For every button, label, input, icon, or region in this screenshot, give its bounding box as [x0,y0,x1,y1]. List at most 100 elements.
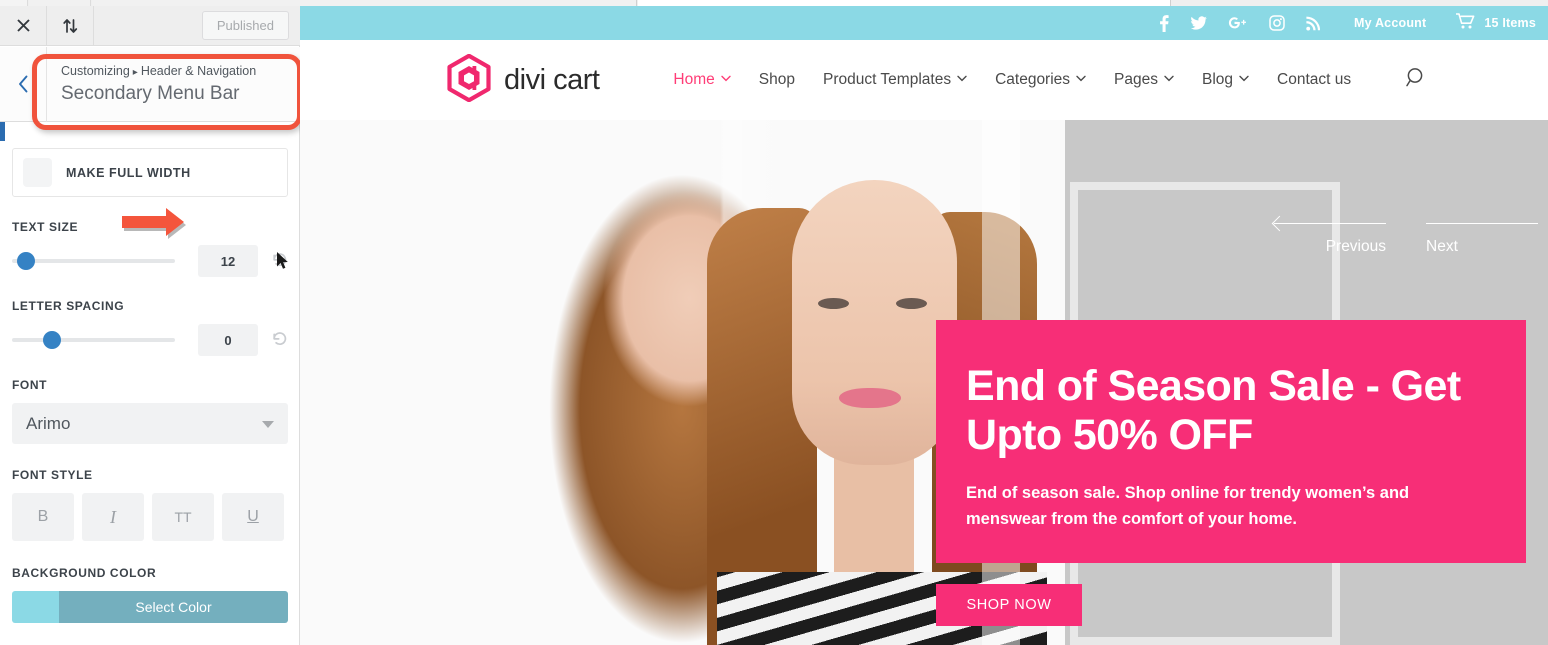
site-logo-text: divi cart [504,63,600,96]
text-size-control: 12 [12,245,288,277]
page-title: Secondary Menu Bar [61,82,240,104]
promo-banner: End of Season Sale - Get Upto 50% OFF En… [936,320,1526,563]
previous-arrow-icon [1271,215,1288,232]
nav-item-blog[interactable]: Blog [1202,71,1249,89]
chevron-down-icon [262,421,274,428]
my-account-link[interactable]: My Account [1354,16,1426,30]
letter-spacing-label: LETTER SPACING [12,299,125,313]
font-label: FONT [12,378,48,392]
previous-arrow-line [1274,223,1386,224]
letter-spacing-slider[interactable] [12,331,175,349]
model-face [792,180,957,465]
nav-item-categories[interactable]: Categories [995,71,1086,89]
site-header: divi cart Home Shop Product Templates Ca… [300,40,1548,120]
hero-model-photo [492,120,1047,645]
nav-item-label: Product Templates [822,71,952,88]
make-full-width-label: MAKE FULL WIDTH [66,165,191,180]
nav-item-product-templates[interactable]: Product Templates [823,71,967,89]
promo-title: End of Season Sale - Get Upto 50% OFF [966,362,1461,459]
hero-slider: End of Season Sale - Get Upto 50% OFF En… [300,120,1548,645]
nav-item-label: Contact us [1277,71,1352,88]
panel-titles: Customizing ▸ Header & Navigation Secondar… [47,62,256,106]
chevron-down-icon [1164,75,1174,85]
text-size-slider-handle[interactable] [16,252,35,270]
letter-spacing-control: 0 [12,324,288,356]
site-preview: My Account 15 Items divi cart Home Shop … [300,6,1548,645]
published-button[interactable]: Published [201,11,289,40]
uppercase-button[interactable]: TT [152,493,214,541]
twitter-icon[interactable] [1190,15,1207,31]
social-links [1160,14,1320,32]
model-eye-left [818,298,849,309]
shop-now-button[interactable]: SHOP NOW [936,584,1082,626]
previous-label: Previous [1325,238,1386,255]
font-style-buttons: B I TT U [12,493,288,541]
promo-subtitle: End of season sale. Shop online for tren… [966,484,1410,528]
text-size-value[interactable]: 12 [198,245,258,277]
breadcrumb: Customizing ▸ Header & Navigation [61,62,256,81]
bold-button[interactable]: B [12,493,74,541]
search-icon[interactable] [1406,67,1427,93]
customizer-topbar: Published [0,6,300,46]
divi-cart-logo-icon [446,53,492,107]
cart-icon[interactable] [1455,12,1475,34]
make-full-width-checkbox[interactable] [23,158,52,187]
nav-item-label: Categories [995,71,1071,88]
secondary-menu-bar: My Account 15 Items [300,6,1548,40]
rss-icon[interactable] [1306,16,1320,31]
main-navigation: Home Shop Product Templates Categories P… [673,67,1427,93]
letter-spacing-reset-icon[interactable] [271,330,288,350]
chevron-down-icon [1076,75,1086,85]
text-size-slider[interactable] [12,252,175,270]
breadcrumb-section[interactable]: Header & Navigation [141,64,256,78]
close-icon[interactable] [0,6,47,45]
font-select-value: Arimo [26,413,71,433]
make-full-width-row[interactable]: MAKE FULL WIDTH [12,148,288,197]
nav-item-shop[interactable]: Shop [759,71,795,89]
nav-item-label: Blog [1202,71,1234,88]
background-color-control: Select Color [12,591,288,623]
nav-item-label: Home [673,71,715,88]
model-lips [839,388,901,408]
nav-item-home[interactable]: Home [673,71,731,89]
next-arrow-line [1426,223,1538,224]
nav-item-label: Pages [1114,71,1158,88]
screenshot-root: Published Customizing ▸ Header & Navigatio… [0,0,1548,645]
google-plus-icon[interactable] [1228,15,1248,31]
nav-item-pages[interactable]: Pages [1114,71,1174,89]
nav-item-label: Shop [758,71,795,88]
italic-button[interactable]: I [82,493,144,541]
customizer-panel-header: Customizing ▸ Header & Navigation Secondar… [0,46,300,122]
background-color-select-button[interactable]: Select Color [59,591,288,623]
instagram-icon[interactable] [1269,15,1285,31]
text-size-label: TEXT SIZE [12,220,79,234]
font-style-label: FONT STYLE [12,468,93,482]
background-color-label: BACKGROUND COLOR [12,566,157,580]
back-chevron-icon[interactable] [0,46,47,122]
slider-navigation: Previous Next [1271,210,1538,256]
letter-spacing-value[interactable]: 0 [198,324,258,356]
font-select[interactable]: Arimo [12,403,288,444]
slider-previous-button[interactable]: Previous [1271,210,1386,256]
model-neck [834,450,914,575]
slider-next-button[interactable]: Next [1426,210,1538,256]
cart-summary[interactable]: 15 Items [1455,12,1536,34]
mouse-cursor [276,251,289,270]
nav-item-contact-us[interactable]: Contact us [1277,71,1351,89]
customizer-controls: MAKE FULL WIDTH TEXT SIZE 12 LETTER SPAC… [0,134,300,645]
model-eye-right [896,298,927,309]
breadcrumb-separator-icon: ▸ [132,66,138,78]
letter-spacing-slider-handle[interactable] [42,331,61,349]
chevron-down-icon [957,75,967,85]
cart-items-count: 15 Items [1484,16,1536,30]
background-color-swatch[interactable] [12,591,59,623]
site-logo[interactable]: divi cart [446,53,600,107]
next-label: Next [1426,238,1458,255]
underline-button[interactable]: U [222,493,284,541]
device-toggle-icon[interactable] [47,6,94,45]
chevron-down-icon [1239,75,1249,85]
facebook-icon[interactable] [1160,14,1169,32]
customizer-sidebar: Published Customizing ▸ Header & Navigatio… [0,6,302,645]
breadcrumb-root[interactable]: Customizing [61,64,130,78]
